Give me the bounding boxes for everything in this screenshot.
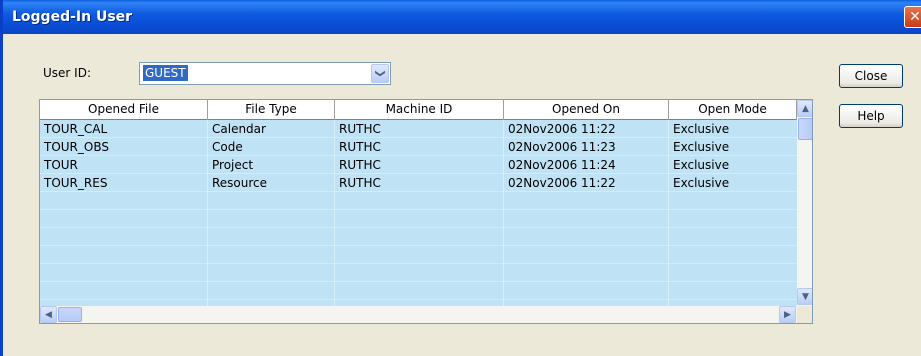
scroll-down-button[interactable]: ▼ [797, 288, 812, 305]
cell-open-mode: Exclusive [673, 176, 730, 190]
arrow-down-icon: ▼ [802, 291, 809, 302]
column-header-file-type[interactable]: File Type [208, 100, 335, 120]
arrow-left-icon: ◀ [45, 309, 52, 320]
scroll-right-button[interactable]: ▶ [779, 306, 796, 323]
cell-machine-id: RUTHC [339, 176, 381, 190]
cell-machine-id: RUTHC [339, 122, 381, 136]
cell-open-mode: Exclusive [673, 122, 730, 136]
cell-opened-on: 02Nov2006 11:24 [508, 158, 616, 172]
close-button[interactable]: Close [839, 64, 903, 88]
table-row[interactable]: TOUR_CAL Calendar RUTHC 02Nov2006 11:22 … [40, 120, 797, 138]
cell-opened-on: 02Nov2006 11:22 [508, 122, 616, 136]
scrollbar-corner [797, 306, 812, 323]
vertical-scrollbar[interactable]: ▲ ▼ [797, 100, 812, 306]
cell-opened-on: 02Nov2006 11:22 [508, 176, 616, 190]
table-row[interactable]: TOUR Project RUTHC 02Nov2006 11:24 Exclu… [40, 156, 797, 174]
cell-opened-file: TOUR_OBS [44, 140, 109, 154]
scroll-left-button[interactable]: ◀ [40, 306, 57, 323]
table-row[interactable]: TOUR_RES Resource RUTHC 02Nov2006 11:22 … [40, 174, 797, 192]
logged-in-user-dialog: Logged-In User ✕ User ID: GUEST ❯ Close … [0, 0, 921, 356]
table-row[interactable]: TOUR_OBS Code RUTHC 02Nov2006 11:23 Excl… [40, 138, 797, 156]
logged-in-files-table: Opened File File Type Machine ID Opened … [39, 99, 813, 324]
title-bar[interactable]: Logged-In User ✕ [3, 0, 921, 34]
user-id-label: User ID: [43, 66, 91, 80]
cell-file-type: Project [212, 158, 254, 172]
close-window-button[interactable]: ✕ [904, 6, 921, 28]
cell-opened-file: TOUR [44, 158, 78, 172]
scroll-up-button[interactable]: ▲ [797, 100, 812, 117]
horizontal-scroll-thumb[interactable] [58, 307, 82, 322]
chevron-down-icon: ❯ [374, 69, 386, 78]
cell-opened-file: TOUR_CAL [44, 122, 108, 136]
cell-opened-file: TOUR_RES [44, 176, 108, 190]
column-header-machine-id[interactable]: Machine ID [335, 100, 504, 120]
table-body: TOUR_CAL Calendar RUTHC 02Nov2006 11:22 … [40, 120, 797, 306]
cell-open-mode: Exclusive [673, 140, 730, 154]
cell-file-type: Resource [212, 176, 268, 190]
cell-file-type: Code [212, 140, 243, 154]
dropdown-button[interactable]: ❯ [371, 64, 389, 83]
arrow-up-icon: ▲ [802, 103, 809, 114]
column-header-opened-file[interactable]: Opened File [40, 100, 208, 120]
user-id-select[interactable]: GUEST ❯ [139, 62, 391, 85]
horizontal-scrollbar[interactable]: ◀ ▶ [40, 306, 797, 323]
cell-open-mode: Exclusive [673, 158, 730, 172]
cell-file-type: Calendar [212, 122, 266, 136]
window-title: Logged-In User [12, 9, 133, 25]
cell-opened-on: 02Nov2006 11:23 [508, 140, 616, 154]
column-header-opened-on[interactable]: Opened On [504, 100, 669, 120]
table-header: Opened File File Type Machine ID Opened … [40, 100, 797, 120]
column-header-open-mode[interactable]: Open Mode [669, 100, 797, 120]
user-id-value: GUEST [143, 65, 188, 81]
cell-machine-id: RUTHC [339, 158, 381, 172]
vertical-scroll-thumb[interactable] [798, 118, 812, 140]
arrow-right-icon: ▶ [784, 309, 791, 320]
close-icon: ✕ [909, 9, 921, 25]
help-button[interactable]: Help [839, 104, 903, 128]
cell-machine-id: RUTHC [339, 140, 381, 154]
